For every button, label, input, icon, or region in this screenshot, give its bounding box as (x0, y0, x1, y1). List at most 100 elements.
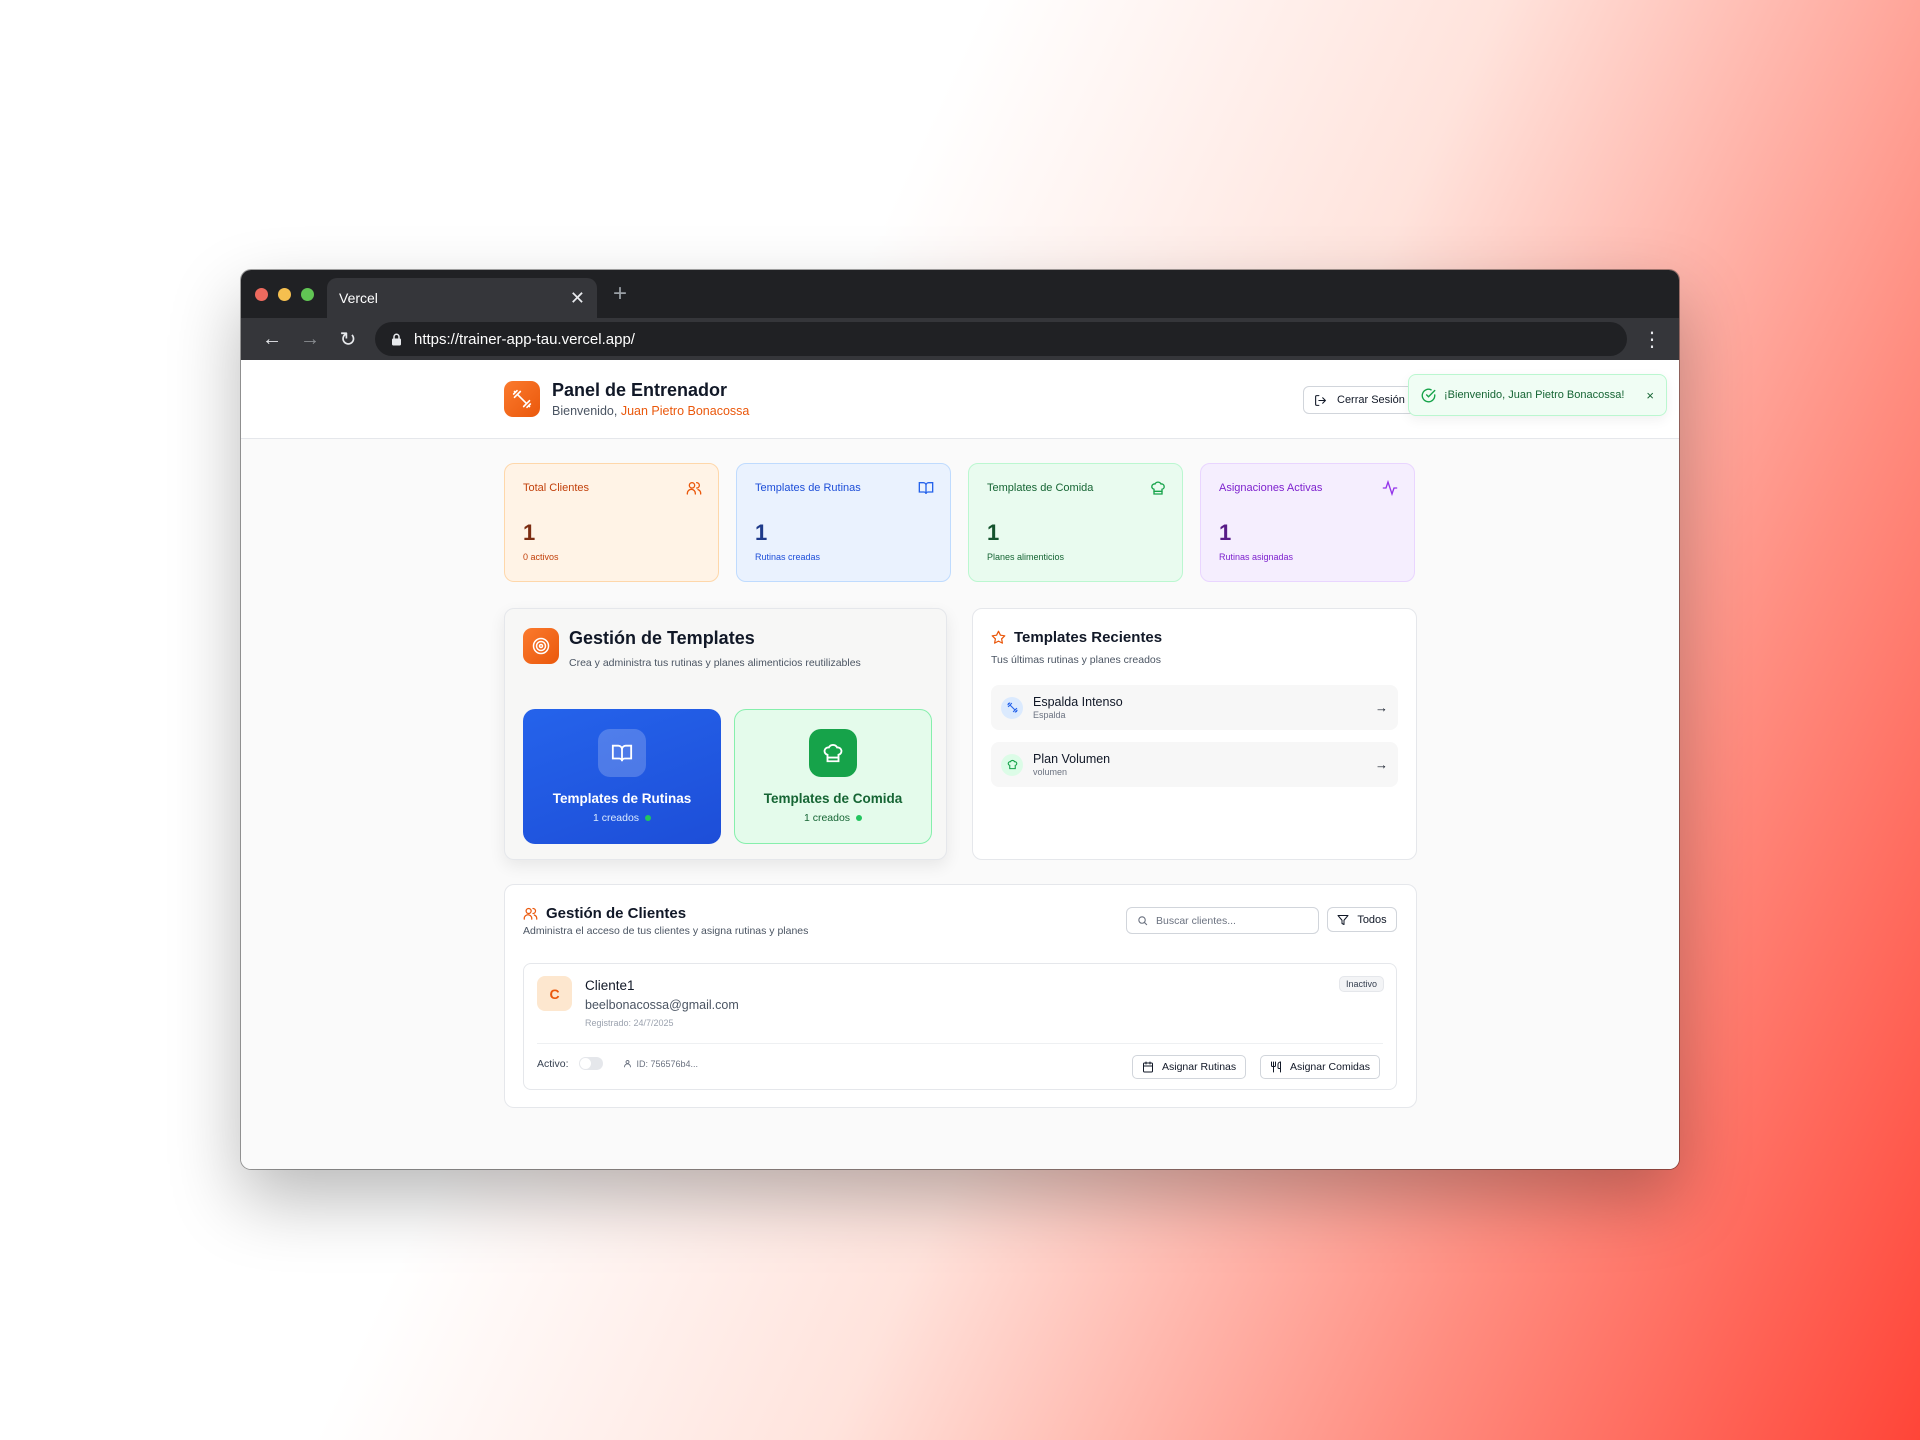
minimize-window-button[interactable] (278, 288, 291, 301)
avatar: C (537, 976, 572, 1011)
tile-count-text: 1 creados (803, 812, 851, 824)
search-icon (1138, 916, 1148, 926)
assign-meals-label: Asignar Comidas (1290, 1061, 1370, 1073)
calendar-icon (1143, 1061, 1153, 1073)
recent-templates-card: Templates Recientes Tus últimas rutinas … (972, 608, 1417, 860)
status-dot (645, 815, 652, 821)
stat-value: 1 (1219, 520, 1232, 545)
recent-subtitle: Tus últimas rutinas y planes creados (991, 654, 1162, 666)
toast-close-icon[interactable]: × (1646, 388, 1654, 403)
stat-meal-templates: Templates de Comida 1 Planes alimenticio… (968, 463, 1183, 582)
lock-icon (392, 333, 401, 345)
assign-meals-button[interactable]: Asignar Comidas (1260, 1055, 1380, 1079)
client-search[interactable] (1126, 907, 1319, 934)
tile-count: 1 creados (803, 812, 863, 824)
logout-label: Cerrar Sesión (1337, 394, 1405, 406)
stat-label: Templates de Comida (987, 482, 1094, 494)
maximize-window-button[interactable] (301, 288, 314, 301)
arrow-right-icon[interactable]: → (1375, 700, 1388, 715)
target-icon (523, 628, 559, 664)
toast-message: ¡Bienvenido, Juan Pietro Bonacossa! (1444, 389, 1625, 401)
templates-subtitle: Crea y administra tus rutinas y planes a… (569, 657, 861, 669)
stat-sub: Rutinas creadas (755, 552, 821, 562)
filter-label: Todos (1357, 913, 1387, 926)
tile-count: 1 creados (592, 812, 652, 824)
utensils-icon (1271, 1061, 1281, 1073)
users-icon (523, 907, 538, 920)
chef-hat-icon (809, 729, 857, 777)
active-toggle[interactable] (578, 1057, 603, 1070)
arrow-right-icon[interactable]: → (1375, 757, 1388, 772)
activity-icon (1382, 480, 1398, 496)
client-id: ID: 756576b4... (623, 1058, 699, 1069)
logout-button[interactable]: Cerrar Sesión (1303, 386, 1416, 414)
browser-window: Vercel ✕ + ← → ↻ https://trainer-app-tau… (241, 270, 1679, 1169)
tile-count-text: 1 creados (592, 812, 640, 824)
stat-value: 1 (755, 520, 768, 545)
stat-sub: Rutinas asignadas (1219, 552, 1294, 562)
recent-title-text: Templates Recientes (1014, 629, 1163, 646)
clients-subtitle: Administra el acceso de tus clientes y a… (523, 925, 809, 937)
recent-item[interactable]: Espalda Intenso Espalda → (991, 685, 1398, 730)
dumbbell-logo-icon (504, 381, 540, 417)
search-input[interactable] (1156, 914, 1306, 927)
tab-close-icon[interactable]: ✕ (570, 288, 585, 309)
stat-label: Templates de Rutinas (755, 482, 861, 494)
new-tab-button[interactable]: + (613, 280, 627, 308)
filter-button[interactable]: Todos (1327, 907, 1397, 932)
recent-item-category: volumen (1033, 767, 1068, 777)
stat-value: 1 (987, 520, 1000, 545)
status-badge: Inactivo (1338, 976, 1384, 992)
divider (537, 1043, 1383, 1044)
client-id-text: ID: 756576b4... (636, 1058, 699, 1069)
logout-icon (1315, 394, 1327, 406)
users-icon (686, 482, 702, 495)
stat-total-clients: Total Clientes 1 0 activos (504, 463, 719, 582)
forward-icon[interactable]: → (291, 328, 329, 351)
stat-value: 1 (523, 520, 536, 545)
routine-templates-tile[interactable]: Templates de Rutinas 1 creados (523, 709, 721, 844)
stat-sub: Planes alimenticios (987, 552, 1065, 562)
recent-item-name: Espalda Intenso (1033, 695, 1123, 709)
close-window-button[interactable] (255, 288, 268, 301)
check-circle-icon (1421, 388, 1436, 402)
browser-toolbar: ← → ↻ https://trainer-app-tau.vercel.app… (241, 318, 1679, 360)
dumbbell-icon (1001, 696, 1023, 719)
chef-hat-icon (1151, 481, 1165, 495)
browser-tab[interactable]: Vercel ✕ (327, 278, 597, 318)
status-dot (856, 815, 863, 821)
client-name: Cliente1 (585, 978, 635, 993)
templates-header: Gestión de Templates Crea y administra t… (523, 628, 861, 669)
clients-title: Gestión de Clientes (523, 905, 686, 922)
filter-icon (1337, 914, 1349, 925)
stats-row: Total Clientes 1 0 activos Templates de … (504, 463, 1415, 582)
tab-title: Vercel (339, 290, 378, 306)
page-title: Panel de Entrenador (552, 380, 728, 400)
assign-routines-button[interactable]: Asignar Rutinas (1132, 1055, 1247, 1079)
stat-routine-templates: Templates de Rutinas 1 Rutinas creadas (736, 463, 951, 582)
welcome-prefix: Bienvenido, (552, 404, 621, 418)
client-card: C Cliente1 beelbonacossa@gmail.com Regis… (523, 963, 1397, 1090)
browser-tabbar: Vercel ✕ + (241, 270, 1679, 318)
reload-icon[interactable]: ↻ (329, 327, 367, 352)
stat-sub: 0 activos (523, 552, 559, 562)
templates-title: Gestión de Templates (569, 628, 755, 648)
browser-menu-icon[interactable]: ⋮ (1637, 327, 1667, 352)
active-label: Activo: (537, 1057, 569, 1070)
tile-title: Templates de Comida (763, 791, 903, 806)
back-icon[interactable]: ← (253, 328, 291, 351)
meal-templates-tile[interactable]: Templates de Comida 1 creados (734, 709, 932, 844)
stat-active-assignments: Asignaciones Activas 1 Rutinas asignadas (1200, 463, 1415, 582)
client-registered: Registrado: 24/7/2025 (585, 1018, 674, 1028)
address-bar[interactable]: https://trainer-app-tau.vercel.app/ (375, 322, 1627, 356)
book-icon (918, 482, 934, 495)
stat-label: Total Clientes (523, 482, 590, 494)
welcome-toast: ¡Bienvenido, Juan Pietro Bonacossa! × (1408, 374, 1667, 416)
recent-title: Templates Recientes (991, 629, 1162, 646)
url-text: https://trainer-app-tau.vercel.app/ (414, 330, 635, 348)
user-name: Juan Pietro Bonacossa (620, 404, 750, 418)
clients-title-text: Gestión de Clientes (546, 905, 687, 922)
recent-item[interactable]: Plan Volumen volumen → (991, 742, 1398, 787)
chef-hat-icon (1001, 753, 1023, 776)
page-content: Panel de Entrenador Bienvenido, Juan Pie… (241, 360, 1679, 1169)
